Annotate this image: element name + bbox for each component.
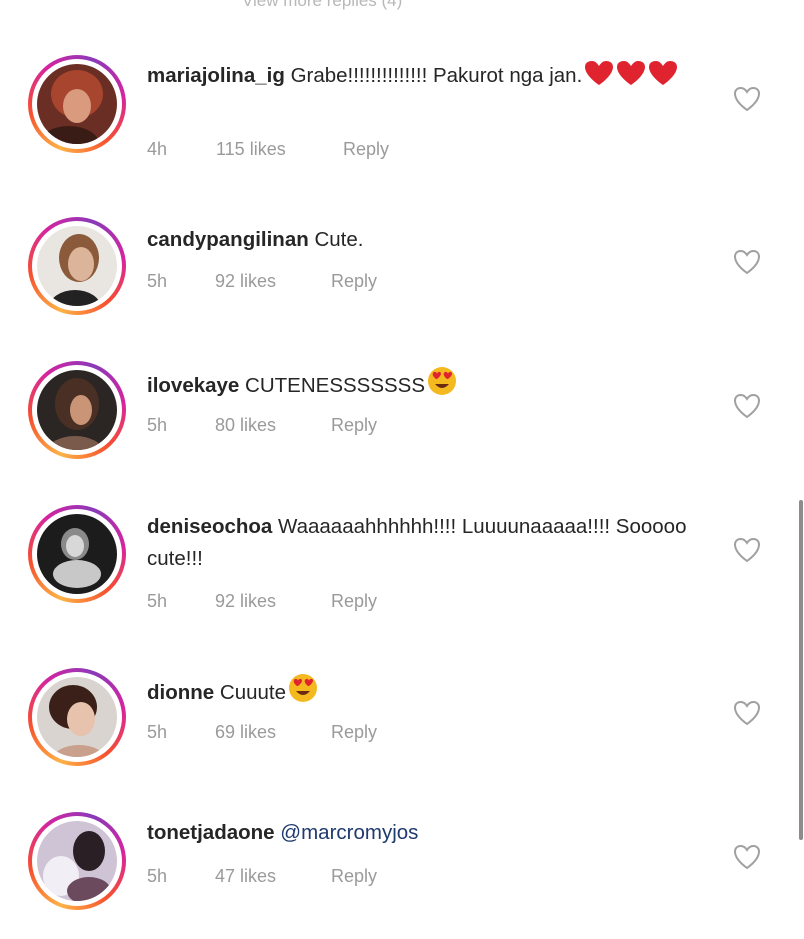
reply-button[interactable]: Reply <box>331 722 377 743</box>
likes-count[interactable]: 47 likes <box>215 866 276 887</box>
likes-count[interactable]: 92 likes <box>215 271 276 292</box>
like-heart-icon[interactable] <box>733 249 761 275</box>
username[interactable]: candypangilinan <box>147 228 309 251</box>
timestamp: 5h <box>147 415 168 435</box>
username[interactable]: tonetjadaone <box>147 821 275 844</box>
comment-text-block: deniseochoa Waaaaaahhhhhh!!!! Luuuunaaaa… <box>147 511 717 575</box>
comment-text-block: ilovekaye CUTENESSSSSSS <box>147 366 717 406</box>
avatar[interactable] <box>28 217 126 315</box>
timestamp: 5h <box>147 866 168 886</box>
heart-eyes-emoji-icon <box>427 366 457 406</box>
timestamp: 5h <box>147 271 168 291</box>
likes-count[interactable]: 69 likes <box>215 722 276 743</box>
username[interactable]: ilovekaye <box>147 374 239 397</box>
red-heart-emoji-icon <box>584 60 614 96</box>
timestamp: 4h <box>147 139 168 159</box>
likes-count[interactable]: 92 likes <box>215 591 276 612</box>
like-heart-icon[interactable] <box>733 86 761 112</box>
username[interactable]: dionne <box>147 681 214 704</box>
avatar[interactable] <box>28 55 126 153</box>
like-heart-icon[interactable] <box>733 537 761 563</box>
avatar[interactable] <box>28 505 126 603</box>
reply-button[interactable]: Reply <box>331 866 377 887</box>
avatar[interactable] <box>28 668 126 766</box>
like-heart-icon[interactable] <box>733 700 761 726</box>
comment-text-block: tonetjadaone @marcromyjos <box>147 817 717 849</box>
username[interactable]: mariajolina_ig <box>147 64 285 87</box>
comment-text: Cuuute <box>219 681 286 704</box>
reply-button[interactable]: Reply <box>343 139 389 160</box>
reply-button[interactable]: Reply <box>331 415 377 436</box>
comment-text-block: candypangilinan Cute. <box>147 224 717 256</box>
comment-text: CUTENESSSSSSS <box>245 374 426 397</box>
like-heart-icon[interactable] <box>733 844 761 870</box>
like-heart-icon[interactable] <box>733 393 761 419</box>
red-heart-emoji-icon <box>616 60 646 96</box>
view-more-replies-link[interactable]: View more replies (4) <box>242 0 402 11</box>
timestamp: 5h <box>147 722 168 742</box>
comment-text-block: mariajolina_ig Grabe!!!!!!!!!!!!!! Pakur… <box>147 60 717 96</box>
username[interactable]: deniseochoa <box>147 515 272 538</box>
timestamp: 5h <box>147 591 168 611</box>
comment-text-block: dionne Cuuute <box>147 673 717 713</box>
comment-text: Cute. <box>314 228 364 251</box>
comment-text: Grabe!!!!!!!!!!!!!! Pakurot nga jan. <box>290 64 583 87</box>
likes-count[interactable]: 80 likes <box>215 415 276 436</box>
avatar[interactable] <box>28 361 126 459</box>
reply-button[interactable]: Reply <box>331 591 377 612</box>
avatar[interactable] <box>28 812 126 910</box>
reply-button[interactable]: Reply <box>331 271 377 292</box>
scrollbar[interactable] <box>799 500 803 840</box>
red-heart-emoji-icon <box>648 60 678 96</box>
heart-eyes-emoji-icon <box>288 673 318 713</box>
mention-link[interactable]: @marcromyjos <box>280 821 418 844</box>
likes-count[interactable]: 115 likes <box>216 139 286 160</box>
